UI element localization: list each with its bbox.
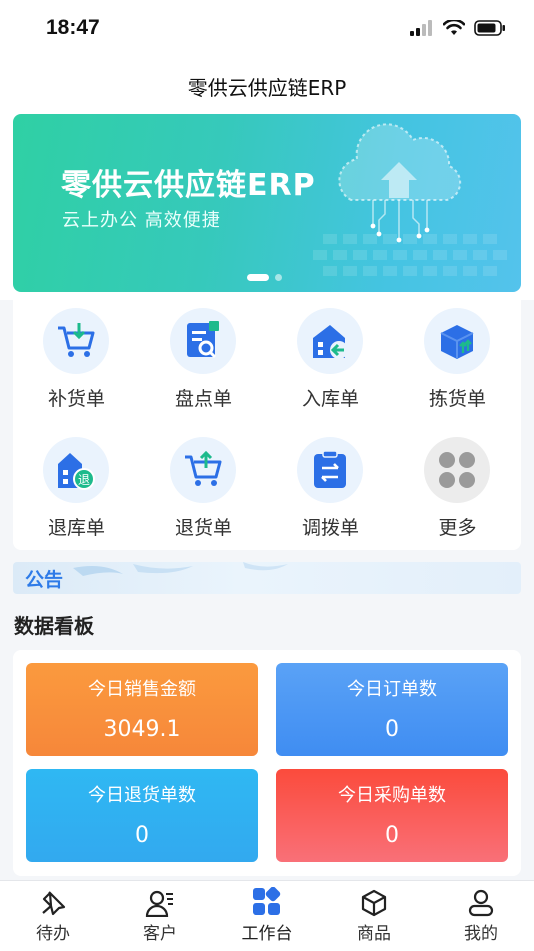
banner-subtitle: 云上办公 高效便捷 [62,210,221,231]
quick-action-more[interactable]: 更多 [394,433,521,553]
dashboard-card: 今日销售金额 3049.1 今日订单数 0 今日退货单数 0 今日采购单数 0 [13,650,521,876]
tab-label: 商品 [357,924,391,944]
cloud-circuit-illustration [313,123,507,276]
quick-action-label: 更多 [438,517,477,539]
signal-icon [410,20,432,36]
tab-products[interactable]: 商品 [334,887,414,944]
svg-text:退: 退 [78,473,90,487]
stat-value: 3049.1 [103,717,181,742]
quick-action-label: 拣货单 [428,388,486,410]
quick-action-label: 退库单 [47,517,105,539]
quick-action-replenish[interactable]: 补货单 [13,304,140,424]
tab-customer[interactable]: 客户 [120,887,200,944]
cart-upload-icon [170,437,236,503]
stat-today-orders[interactable]: 今日订单数 0 [276,663,508,756]
quick-action-label: 退货单 [174,517,232,539]
carousel-dot [275,274,282,281]
stat-label: 今日订单数 [347,679,437,700]
tab-label: 客户 [143,924,177,944]
quick-action-transfer[interactable]: 调拨单 [267,433,394,553]
tab-workbench[interactable]: 工作台 [227,887,307,944]
notice-banner[interactable]: 公告 [13,562,521,594]
quick-action-goods-return[interactable]: 退货单 [140,433,267,553]
carousel-indicator [247,274,282,281]
tab-label: 待办 [36,924,70,944]
wifi-icon [443,20,465,35]
box-icon [424,308,490,374]
quick-action-stocktake[interactable]: 盘点单 [140,304,267,424]
tab-mine[interactable]: 我的 [441,887,521,944]
quick-action-picking[interactable]: 拣货单 [394,304,521,424]
stat-value: 0 [135,823,149,848]
stat-today-returns[interactable]: 今日退货单数 0 [26,769,258,862]
transfer-icon [297,437,363,503]
product-box-icon [334,887,414,917]
status-icons [410,20,506,36]
tab-label: 我的 [464,924,498,944]
document-search-icon [170,308,236,374]
stat-label: 今日采购单数 [338,785,446,806]
quick-actions-grid: 补货单 盘点单 入库单 拣货单 退 退库单 退货单 调拨单 更多 [13,300,521,550]
tab-label: 工作台 [241,924,293,944]
profile-icon [441,887,521,917]
cart-download-icon [43,308,109,374]
stat-value: 0 [385,717,399,742]
stat-label: 今日退货单数 [88,785,196,806]
banner-carousel[interactable]: 零供云供应链ERP 云上办公 高效便捷 [13,114,521,292]
banner-title: 零供云供应链ERP [61,168,316,203]
quick-action-label: 入库单 [301,388,359,410]
quick-action-label: 补货单 [47,388,105,410]
notice-label: 公告 [25,569,64,591]
quick-action-stock-return[interactable]: 退 退库单 [13,433,140,553]
stat-label: 今日销售金额 [88,679,196,700]
pin-icon [13,887,93,917]
stat-today-sales[interactable]: 今日销售金额 3049.1 [26,663,258,756]
quick-action-label: 盘点单 [174,388,232,410]
carousel-dot-active [247,274,269,281]
battery-icon [474,20,505,36]
page-title: 零供云供应链ERP [187,76,347,100]
stat-today-purchases[interactable]: 今日采购单数 0 [276,769,508,862]
nav-bar: 零供云供应链ERP [0,58,534,110]
quick-action-label: 调拨单 [301,517,359,539]
customer-icon [120,887,200,917]
more-grid-icon [424,437,490,503]
stat-value: 0 [385,823,399,848]
bottom-tab-bar: 待办 客户 工作台 商品 我的 [0,880,534,951]
tab-todo[interactable]: 待办 [13,887,93,944]
warehouse-return-icon: 退 [43,437,109,503]
notice-decoration [73,562,288,576]
status-bar: 18:47 [0,0,534,58]
warehouse-in-icon [297,308,363,374]
dashboard-title: 数据看板 [14,614,94,638]
workbench-icon [227,887,307,917]
status-time: 18:47 [46,16,100,39]
quick-action-inbound[interactable]: 入库单 [267,304,394,424]
